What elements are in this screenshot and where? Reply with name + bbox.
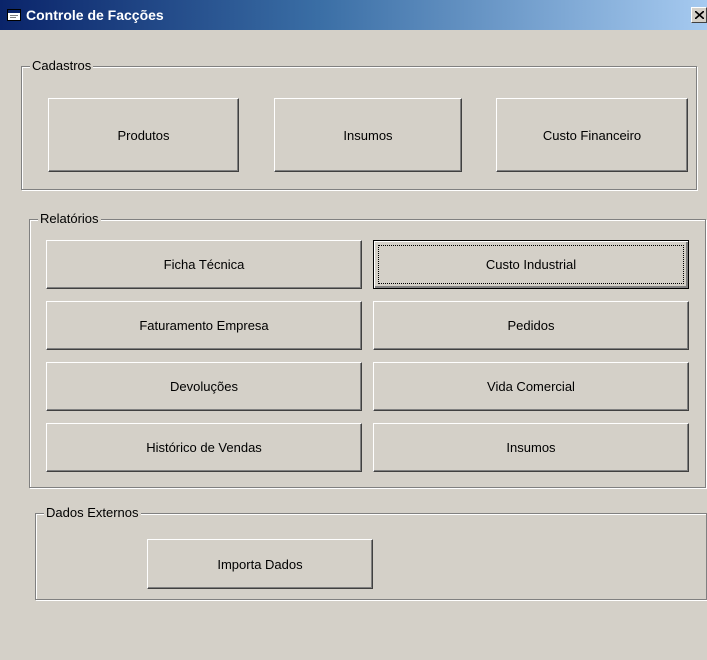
vida-comercial-label: Vida Comercial xyxy=(487,379,575,394)
importa-dados-button[interactable]: Importa Dados xyxy=(147,539,373,589)
insumos-cadastro-button[interactable]: Insumos xyxy=(274,98,462,172)
vida-comercial-button[interactable]: Vida Comercial xyxy=(373,362,689,411)
custo-industrial-label: Custo Industrial xyxy=(485,257,577,272)
form-icon xyxy=(7,9,21,21)
devolucoes-label: Devoluções xyxy=(170,379,238,394)
custo-financeiro-label: Custo Financeiro xyxy=(542,127,642,143)
ficha-tecnica-label: Ficha Técnica xyxy=(163,257,245,272)
ficha-tecnica-button[interactable]: Ficha Técnica xyxy=(46,240,362,289)
main-window: Controle de Facções Cadastros Produtos I… xyxy=(0,0,707,660)
close-button[interactable] xyxy=(691,7,707,23)
produtos-label: Produtos xyxy=(117,127,170,143)
pedidos-button[interactable]: Pedidos xyxy=(373,301,689,350)
insumos-cadastro-label: Insumos xyxy=(343,127,393,143)
pedidos-label: Pedidos xyxy=(507,318,555,333)
faturamento-empresa-label: Faturamento Empresa xyxy=(139,318,269,333)
close-icon xyxy=(695,11,704,19)
insumos-relatorio-button[interactable]: Insumos xyxy=(373,423,689,472)
relatorios-legend: Relatórios xyxy=(38,211,101,226)
historico-vendas-label: Histórico de Vendas xyxy=(146,440,262,455)
faturamento-empresa-button[interactable]: Faturamento Empresa xyxy=(46,301,362,350)
historico-vendas-button[interactable]: Histórico de Vendas xyxy=(46,423,362,472)
devolucoes-button[interactable]: Devoluções xyxy=(46,362,362,411)
custo-financeiro-button[interactable]: Custo Financeiro xyxy=(496,98,688,172)
window-title: Controle de Facções xyxy=(26,7,164,23)
dados-externos-legend: Dados Externos xyxy=(44,505,141,520)
custo-industrial-button[interactable]: Custo Industrial xyxy=(373,240,689,289)
insumos-relatorio-label: Insumos xyxy=(506,440,556,455)
title-bar: Controle de Facções xyxy=(0,0,707,30)
produtos-button[interactable]: Produtos xyxy=(48,98,239,172)
importa-dados-label: Importa Dados xyxy=(217,556,303,572)
cadastros-legend: Cadastros xyxy=(30,58,94,73)
